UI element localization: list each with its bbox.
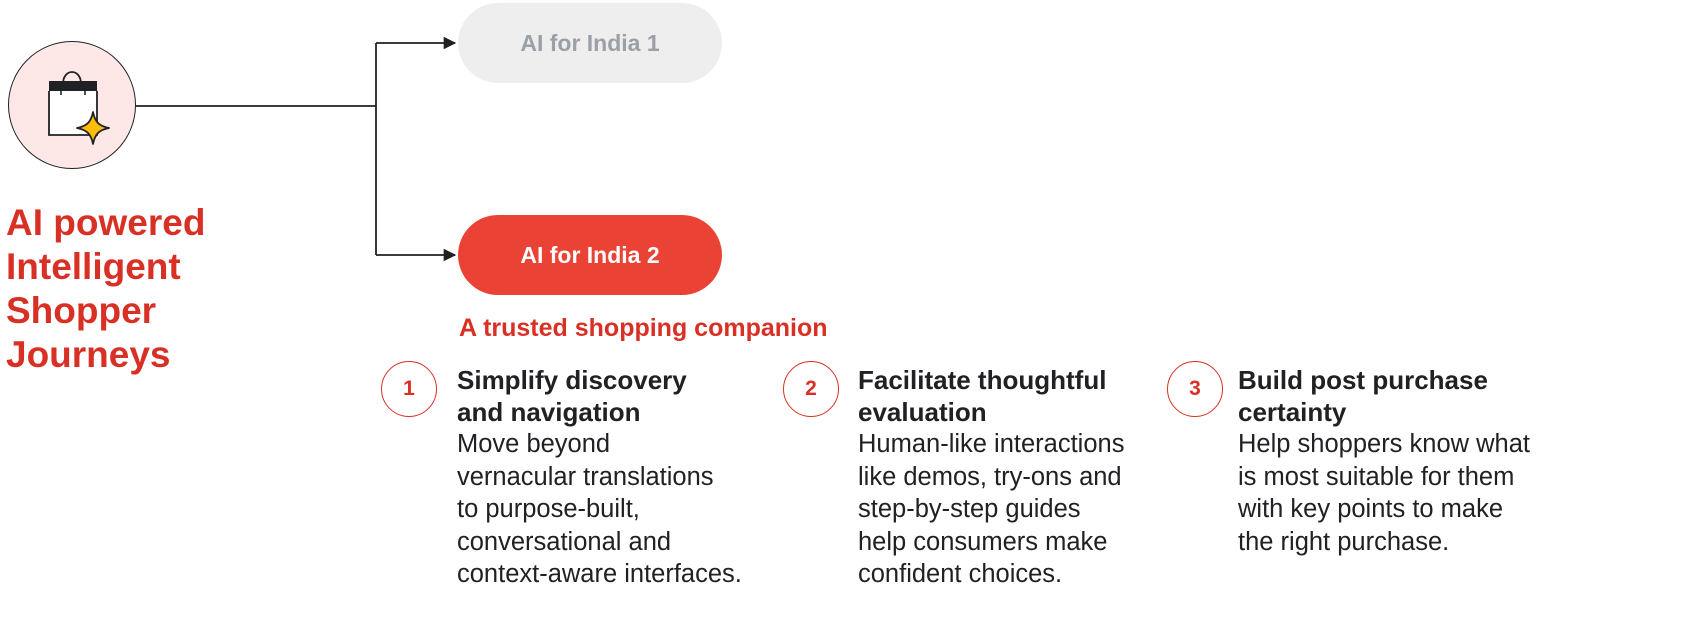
- step-title-line: Simplify discovery: [457, 365, 687, 395]
- step-title-line: and navigation: [457, 397, 641, 427]
- step-body-line: to purpose-built,: [457, 495, 640, 523]
- step-body-line: Help shoppers know what: [1238, 430, 1530, 458]
- step-body-line: the right purchase.: [1238, 527, 1450, 556]
- step-body-line: vernacular translations: [457, 462, 714, 491]
- step-3-description: Help shoppers know what is most suitable…: [1238, 428, 1530, 558]
- main-title-line: Intelligent: [6, 246, 181, 287]
- root-icon-circle: [8, 41, 136, 169]
- branch-pill-ai-for-india-2: AI for India 2: [458, 215, 722, 295]
- step-title-line: certainty: [1238, 397, 1347, 427]
- main-title-line: Journeys: [6, 334, 171, 375]
- step-2-title: Facilitate thoughtful evaluation: [858, 364, 1106, 428]
- main-title-line: Shopper: [6, 290, 157, 331]
- step-1-number-badge: 1: [381, 361, 437, 417]
- step-body-line: Move beyond: [457, 430, 611, 458]
- branch-pill-ai-for-india-1: AI for India 1: [458, 3, 722, 83]
- branch-subtitle: A trusted shopping companion: [459, 314, 828, 342]
- step-body-line: conversational and: [457, 527, 672, 556]
- step-3-title: Build post purchase certainty: [1238, 364, 1488, 428]
- step-title-line: Facilitate thoughtful: [858, 365, 1107, 395]
- step-2-number-badge: 2: [783, 361, 839, 417]
- step-body-line: confident choices.: [858, 560, 1063, 588]
- step-title-line: Build post purchase: [1238, 365, 1488, 395]
- step-body-line: step-by-step guides: [858, 495, 1081, 523]
- main-title: AI powered Intelligent Shopper Journeys: [6, 201, 336, 377]
- step-body-line: is most suitable for them: [1238, 462, 1515, 491]
- step-body-line: help consumers make: [858, 527, 1108, 556]
- step-body-line: like demos, try-ons and: [858, 462, 1122, 491]
- shopping-bag-sparkle-icon: [48, 71, 110, 145]
- step-1-title: Simplify discovery and navigation: [457, 364, 687, 428]
- step-body-line: Human-like interactions: [858, 430, 1125, 458]
- step-body-line: with key points to make: [1238, 495, 1504, 523]
- step-3-number-badge: 3: [1167, 361, 1223, 417]
- step-1-description: Move beyond vernacular translations to p…: [457, 428, 742, 591]
- step-body-line: context-aware interfaces.: [457, 560, 742, 588]
- main-title-line: AI powered: [6, 202, 206, 243]
- step-2-description: Human-like interactions like demos, try-…: [858, 428, 1124, 591]
- step-title-line: evaluation: [858, 397, 987, 427]
